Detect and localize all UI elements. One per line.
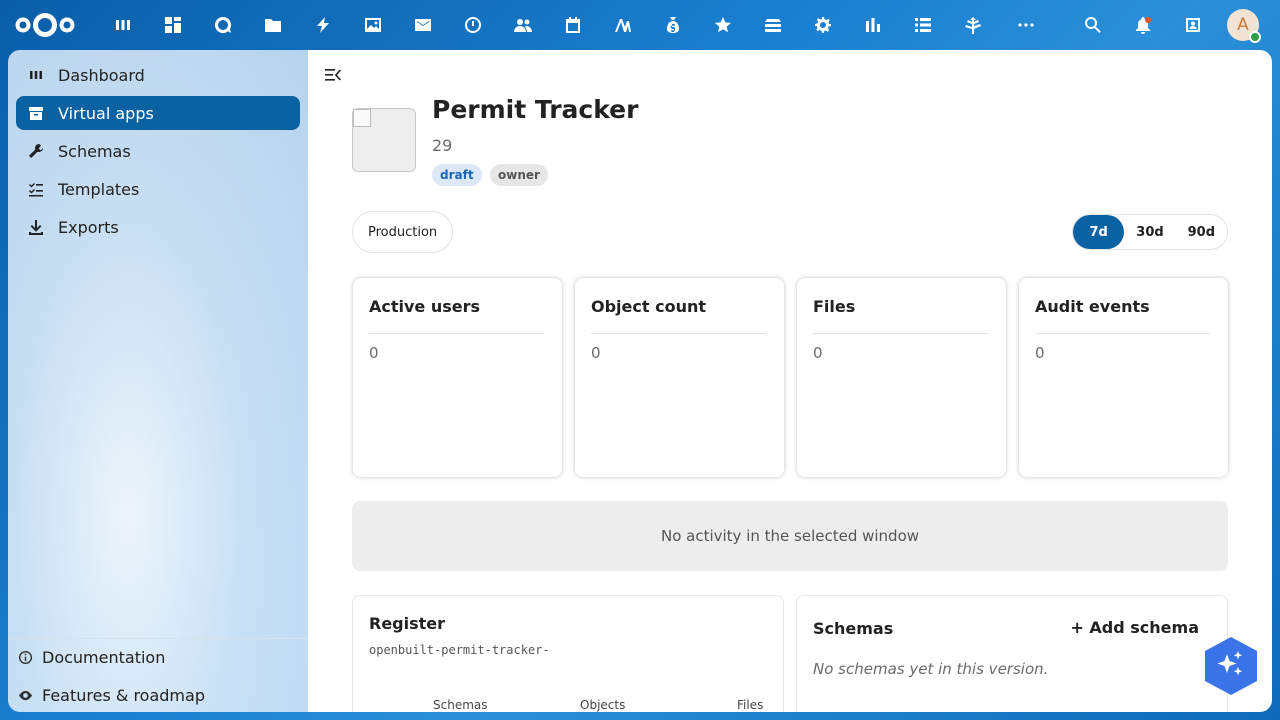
more-icon[interactable] bbox=[1014, 13, 1038, 37]
metric-card-audit-events: Audit events 0 bbox=[1019, 278, 1228, 477]
menu-collapse-icon bbox=[325, 69, 341, 81]
notifications-bell-icon[interactable] bbox=[1131, 13, 1155, 37]
toggle-navigation-button[interactable] bbox=[324, 67, 342, 83]
sidebar-item-label: Exports bbox=[58, 217, 119, 237]
list-icon[interactable] bbox=[911, 13, 935, 37]
talk-icon[interactable] bbox=[211, 13, 235, 37]
sidebar-item-label: Dashboard bbox=[58, 65, 145, 85]
contacts-menu-icon[interactable] bbox=[1181, 13, 1205, 37]
sidebar-item-label: Schemas bbox=[58, 141, 131, 161]
divider bbox=[813, 333, 988, 334]
photos-icon[interactable] bbox=[361, 13, 385, 37]
assistant-sparkle-button[interactable] bbox=[1203, 636, 1259, 696]
broken-image-icon bbox=[353, 109, 371, 127]
metric-label: Audit events bbox=[1035, 297, 1150, 316]
metric-value: 0 bbox=[1035, 344, 1045, 362]
metric-label: Active users bbox=[369, 297, 481, 316]
user-avatar[interactable]: A bbox=[1227, 9, 1261, 43]
metric-card-active-users: Active users 0 bbox=[353, 278, 562, 477]
metric-card-object-count: Object count 0 bbox=[575, 278, 784, 477]
features-roadmap-link[interactable]: Features & roadmap bbox=[8, 679, 308, 711]
dashboard-icon[interactable] bbox=[111, 13, 135, 37]
schemas-empty-state: No schemas yet in this version. bbox=[813, 660, 1049, 678]
metric-value: 0 bbox=[591, 344, 601, 362]
clock-icon[interactable] bbox=[461, 13, 485, 37]
app-subtitle: 29 bbox=[432, 136, 453, 155]
metric-label: Object count bbox=[591, 297, 706, 316]
register-column-schemas: Schemas bbox=[433, 698, 488, 712]
mail-icon[interactable] bbox=[411, 13, 435, 37]
signature-icon[interactable] bbox=[611, 13, 635, 37]
avatar-letter: A bbox=[1237, 15, 1249, 35]
settings-gear-icon[interactable] bbox=[811, 13, 835, 37]
star-icon[interactable] bbox=[711, 13, 735, 37]
nextcloud-logo[interactable] bbox=[14, 11, 76, 39]
sidebar-item-schemas[interactable]: Schemas bbox=[16, 134, 300, 168]
range-30d-button[interactable]: 30d bbox=[1124, 215, 1175, 249]
dashboard-icon bbox=[28, 67, 44, 83]
search-icon[interactable] bbox=[1081, 13, 1105, 37]
sidebar-item-templates[interactable]: Templates bbox=[16, 172, 300, 206]
contacts-icon[interactable] bbox=[511, 13, 535, 37]
sidebar-item-virtual-apps[interactable]: Virtual apps bbox=[16, 96, 300, 130]
register-title: Register bbox=[369, 614, 446, 633]
range-7d-button[interactable]: 7d bbox=[1073, 215, 1125, 249]
tree-icon[interactable] bbox=[961, 13, 985, 37]
time-range-selector: 7d 30d 90d bbox=[1072, 214, 1228, 250]
eye-icon bbox=[18, 688, 33, 703]
add-schema-button[interactable]: + Add schema bbox=[1070, 618, 1199, 637]
register-panel: Register openbuilt-permit-tracker- Schem… bbox=[352, 595, 784, 712]
metric-card-files: Files 0 bbox=[797, 278, 1006, 477]
checklist-icon bbox=[28, 181, 44, 197]
schemas-panel: Schemas + Add schema No schemas yet in t… bbox=[796, 595, 1228, 712]
files-icon[interactable] bbox=[261, 13, 285, 37]
info-icon bbox=[18, 650, 33, 665]
documentation-link[interactable]: Documentation bbox=[8, 641, 308, 673]
documentation-label: Documentation bbox=[42, 647, 166, 667]
features-roadmap-label: Features & roadmap bbox=[42, 685, 205, 705]
schemas-title: Schemas bbox=[813, 619, 894, 638]
sidebar-item-label: Virtual apps bbox=[58, 103, 154, 123]
top-bar: A bbox=[0, 0, 1280, 50]
calendar-icon[interactable] bbox=[561, 13, 585, 37]
app-image bbox=[352, 108, 416, 172]
metric-value: 0 bbox=[369, 344, 379, 362]
register-slug: openbuilt-permit-tracker- bbox=[369, 643, 550, 657]
layers-icon[interactable] bbox=[761, 13, 785, 37]
register-column-files: Files bbox=[737, 698, 764, 712]
divider bbox=[591, 333, 766, 334]
activity-empty-state: No activity in the selected window bbox=[352, 501, 1228, 571]
divider bbox=[1035, 333, 1210, 334]
metric-value: 0 bbox=[813, 344, 823, 362]
role-badge-owner: owner bbox=[490, 164, 548, 186]
download-icon bbox=[28, 219, 44, 235]
activity-icon[interactable] bbox=[311, 13, 335, 37]
sidebar-item-label: Templates bbox=[58, 179, 140, 199]
sidebar-item-exports[interactable]: Exports bbox=[16, 210, 300, 244]
online-status-icon bbox=[1249, 31, 1261, 43]
status-badge-draft: draft bbox=[432, 164, 482, 186]
main-content: Permit Tracker 29 draft owner Production… bbox=[308, 50, 1272, 712]
environment-selector[interactable]: Production bbox=[352, 211, 454, 253]
register-column-objects: Objects bbox=[580, 698, 626, 712]
divider bbox=[369, 333, 544, 334]
bar-chart-icon[interactable] bbox=[861, 13, 885, 37]
money-bag-icon[interactable] bbox=[661, 13, 685, 37]
archive-icon bbox=[28, 105, 44, 121]
wrench-icon bbox=[28, 143, 44, 159]
page-title: Permit Tracker bbox=[432, 95, 639, 124]
range-90d-button[interactable]: 90d bbox=[1176, 215, 1227, 249]
grid-icon[interactable] bbox=[161, 13, 185, 37]
sidebar: Dashboard Virtual apps Schemas Templates… bbox=[8, 50, 308, 712]
metric-label: Files bbox=[813, 297, 856, 316]
sidebar-item-dashboard[interactable]: Dashboard bbox=[16, 58, 300, 92]
sidebar-footer: Documentation Features & roadmap bbox=[8, 638, 308, 705]
notification-dot bbox=[1145, 17, 1151, 23]
